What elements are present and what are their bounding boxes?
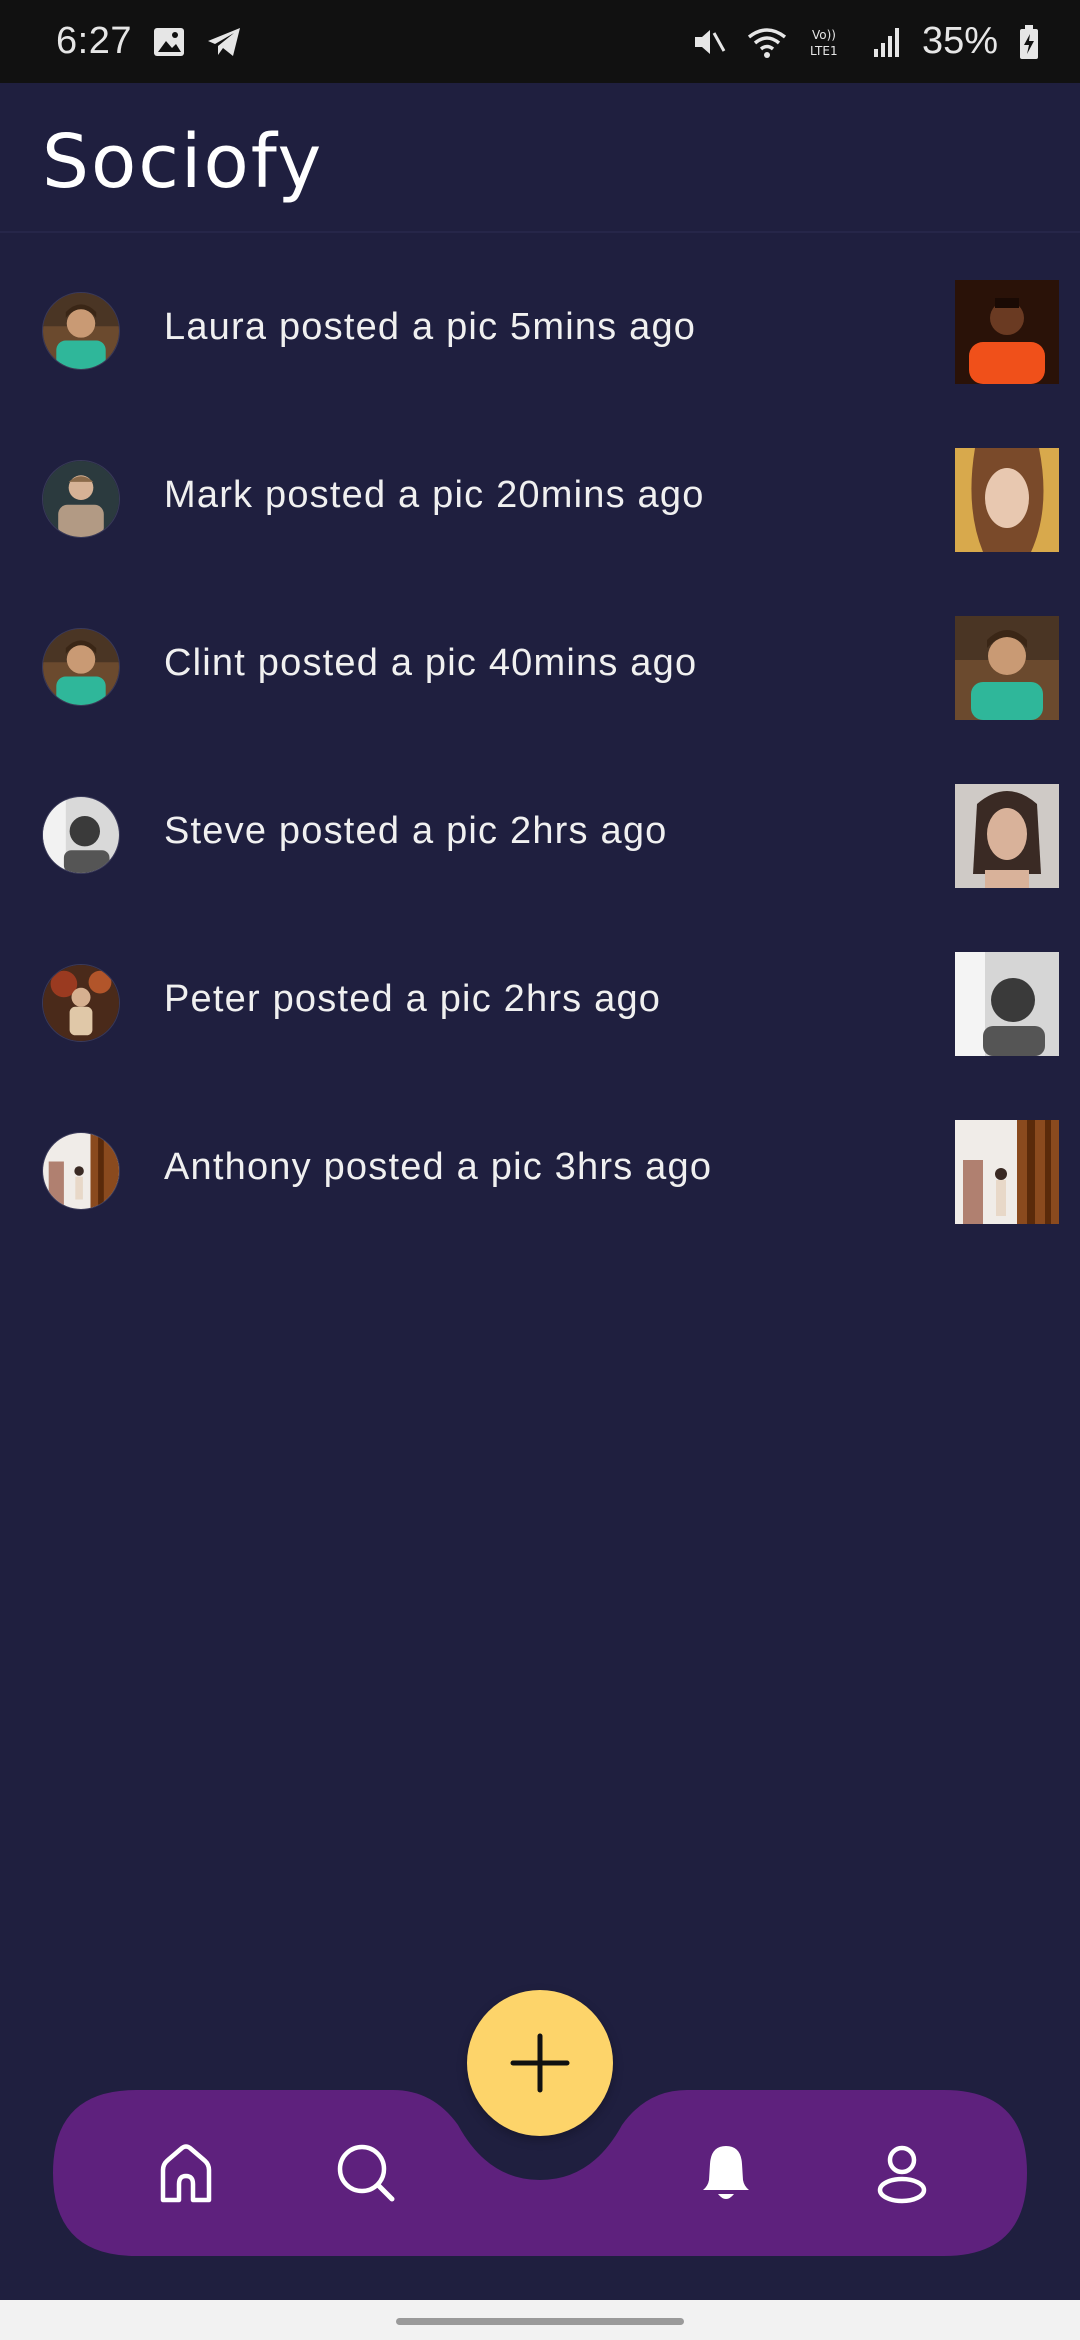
home-icon[interactable] — [153, 2140, 219, 2206]
list-item[interactable]: Anthony posted a pic 3hrs ago — [0, 1090, 1080, 1258]
notification-text: Peter posted a pic 2hrs ago — [164, 978, 662, 1020]
post-thumbnail[interactable] — [955, 784, 1059, 888]
system-gesture-bar — [0, 2300, 1080, 2340]
list-item[interactable]: Clint posted a pic 40mins ago — [0, 586, 1080, 754]
battery-icon — [1018, 24, 1040, 60]
post-thumbnail[interactable] — [955, 616, 1059, 720]
avatar[interactable] — [42, 964, 120, 1042]
list-item[interactable]: Mark posted a pic 20mins ago — [0, 418, 1080, 586]
volte-icon: Vo)) LTE1 — [808, 25, 852, 59]
signal-icon — [872, 25, 902, 59]
bell-icon[interactable] — [693, 2140, 759, 2206]
image-icon — [152, 25, 186, 59]
plus-icon — [510, 2033, 570, 2093]
app-logo: Sociofy — [42, 119, 324, 205]
search-icon[interactable] — [333, 2140, 399, 2206]
app-header: Sociofy — [0, 83, 1080, 233]
avatar[interactable] — [42, 796, 120, 874]
post-thumbnail[interactable] — [955, 280, 1059, 384]
gesture-handle[interactable] — [396, 2318, 684, 2325]
status-left: 6:27 — [56, 20, 242, 63]
avatar[interactable] — [42, 628, 120, 706]
svg-text:Vo)): Vo)) — [812, 28, 836, 42]
notification-text: Mark posted a pic 20mins ago — [164, 474, 705, 516]
notification-text: Anthony posted a pic 3hrs ago — [164, 1146, 713, 1188]
post-thumbnail[interactable] — [955, 952, 1059, 1056]
notification-text: Laura posted a pic 5mins ago — [164, 306, 697, 348]
add-post-button[interactable] — [467, 1990, 613, 2136]
mute-icon — [692, 25, 726, 59]
status-right: Vo)) LTE1 35% — [692, 20, 1040, 63]
post-thumbnail[interactable] — [955, 448, 1059, 552]
svg-text:LTE1: LTE1 — [810, 44, 838, 58]
list-item[interactable]: Laura posted a pic 5mins ago — [0, 250, 1080, 418]
avatar[interactable] — [42, 460, 120, 538]
notification-text: Steve posted a pic 2hrs ago — [164, 810, 668, 852]
avatar[interactable] — [42, 292, 120, 370]
avatar[interactable] — [42, 1132, 120, 1210]
list-item[interactable]: Peter posted a pic 2hrs ago — [0, 922, 1080, 1090]
list-item[interactable]: Steve posted a pic 2hrs ago — [0, 754, 1080, 922]
status-bar: 6:27 Vo)) LTE1 35% — [0, 0, 1080, 83]
notifications-screen: 6:27 Vo)) LTE1 35% Sociofy Laura posted … — [0, 0, 1080, 2340]
notification-text: Clint posted a pic 40mins ago — [164, 642, 698, 684]
post-thumbnail[interactable] — [955, 1120, 1059, 1224]
notification-list: Laura posted a pic 5mins ago Mark posted… — [0, 250, 1080, 1258]
wifi-icon — [746, 25, 788, 59]
battery-percent: 35% — [921, 20, 998, 62]
profile-icon[interactable] — [869, 2140, 935, 2206]
telegram-icon — [206, 25, 242, 59]
status-time: 6:27 — [56, 20, 132, 62]
